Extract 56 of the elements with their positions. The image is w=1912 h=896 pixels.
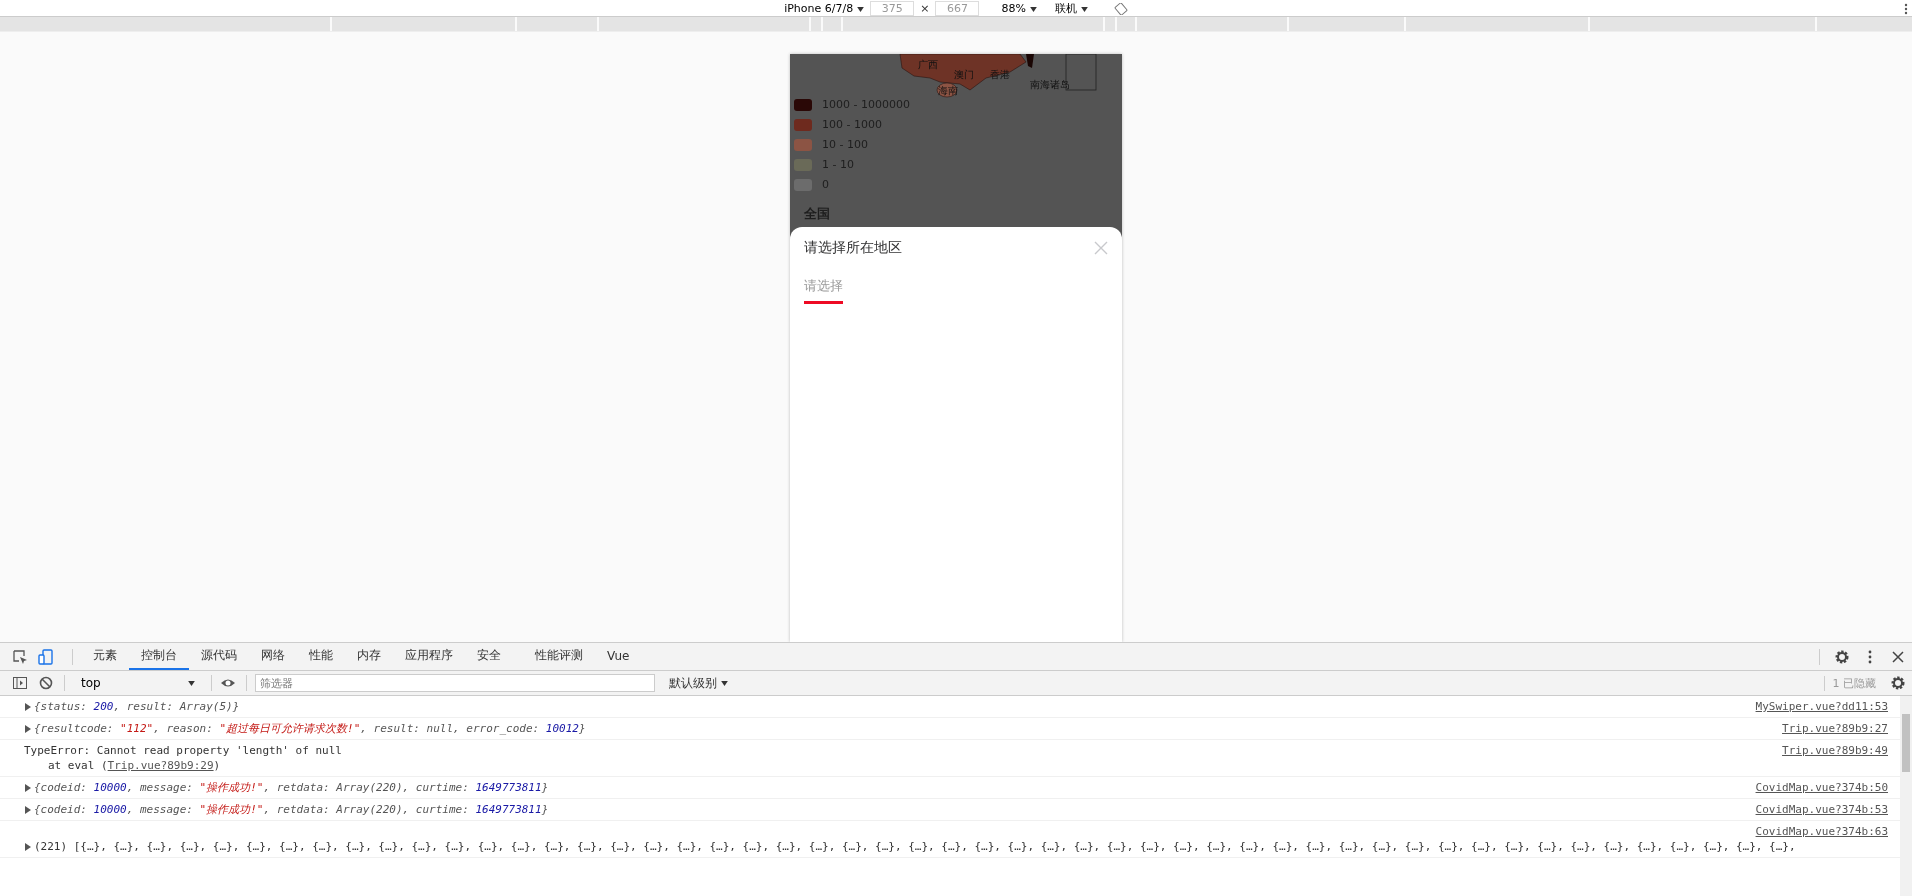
console-message: {status: 200, result: Array(5)}	[34, 699, 240, 714]
rotate-icon[interactable]	[1113, 2, 1128, 15]
devtools-tab[interactable]: 网络	[249, 643, 297, 670]
console-message: {codeid: 10000, message: "操作成功!", retdata: Array(220), curtime: 1649773811}	[34, 780, 549, 795]
legend-swatch[interactable]	[794, 118, 812, 131]
legend-swatch[interactable]	[794, 178, 812, 191]
console-message: {codeid: 10000, message: "操作成功!", retdata: Array(220), curtime: 1649773811}	[34, 802, 549, 817]
caret-icon	[188, 680, 195, 686]
settings-icon[interactable]	[1834, 648, 1850, 665]
caret-icon	[1029, 6, 1037, 12]
sheet-title: 请选择所在地区	[804, 239, 902, 257]
source-link[interactable]: CovidMap.vue?374b:53	[1755, 802, 1888, 817]
devtools-tab[interactable]: 性能评测	[523, 643, 595, 670]
console-message: {resultcode: "112", reason: "超过每日可允许请求次数!", result: null, error_code: 10012}	[34, 721, 586, 736]
inspect-icon[interactable]	[12, 648, 28, 665]
clear-console-icon[interactable]	[38, 675, 54, 691]
source-link[interactable]: Trip.vue?89b9:27	[1782, 721, 1888, 736]
scrollbar[interactable]	[1900, 696, 1912, 896]
device-toolbar-icon[interactable]	[38, 648, 54, 665]
console-message: (221) [{…}, {…}, {…}, {…}, {…}, {…}, {…}, {…}, {…}, {…}, {…}, {…}, {…}, {…}, {…}, {…}, {…}, {…}, {…}, {…}, {…}, {…}, {…}, {…}, {…}, {…}, {…}, {…}, {…}, {…}, {…}, {…}, {…}, {…}, {…}, {…}, {…}, {…}, {…}, {…}, {…}, {…}, {…}, {…}, {…}, {…}, {…}, {…}, {…}, {…}, {…}, {…},	[34, 839, 1796, 854]
source-link[interactable]: MySwiper.vue?dd11:53	[1755, 699, 1888, 714]
source-link[interactable]: CovidMap.vue?374b:63	[1755, 824, 1888, 839]
stack-trace: at eval (Trip.vue?89b9:29)	[47, 758, 222, 773]
filter-field[interactable]: 筛选器	[255, 674, 655, 692]
source-link[interactable]: Trip.vue?89b9:49	[1782, 743, 1888, 758]
expand-triangle-icon[interactable]	[24, 805, 32, 814]
devtools-tab[interactable]: 应用程序	[393, 643, 465, 670]
hidden-count: 1 已隐藏	[1823, 675, 1884, 691]
dimension-separator: ×	[920, 2, 930, 15]
expand-triangle-icon[interactable]	[24, 842, 32, 851]
device-select[interactable]: iPhone 6/7/8	[784, 2, 865, 15]
more-icon[interactable]	[1904, 2, 1908, 15]
sidebar-toggle-icon[interactable]	[12, 675, 28, 691]
devtools-tab[interactable]: 源代码	[189, 643, 249, 670]
log-level-select[interactable]: 默认级别	[663, 673, 734, 693]
caret-icon	[721, 680, 728, 686]
expand-triangle-icon[interactable]	[24, 702, 32, 711]
console-message: TypeError: Cannot read property 'length' of null	[24, 743, 342, 758]
legend-swatch[interactable]	[794, 98, 812, 111]
close-icon[interactable]	[1890, 648, 1906, 665]
caret-icon	[857, 6, 865, 12]
settings-icon[interactable]	[1890, 675, 1906, 691]
network-select[interactable]: 联机	[1048, 0, 1094, 17]
context-select[interactable]: top	[73, 676, 203, 690]
expand-triangle-icon[interactable]	[24, 724, 32, 733]
devtools-tab[interactable]: 内存	[345, 643, 393, 670]
legend-swatch[interactable]	[794, 138, 812, 151]
devtools-tab[interactable]: 性能	[297, 643, 345, 670]
caret-icon	[1080, 6, 1088, 12]
devtools-tab[interactable]: Vue	[595, 643, 642, 670]
trace-link[interactable]: Trip.vue?89b9:29	[107, 759, 214, 772]
zoom-select[interactable]: 88%	[995, 1, 1043, 16]
expand-triangle-icon[interactable]	[24, 783, 32, 792]
devtools-tab[interactable]: 安全	[465, 643, 513, 670]
devtools-tab[interactable]: 元素	[81, 643, 129, 670]
source-link[interactable]: CovidMap.vue?374b:50	[1755, 780, 1888, 795]
